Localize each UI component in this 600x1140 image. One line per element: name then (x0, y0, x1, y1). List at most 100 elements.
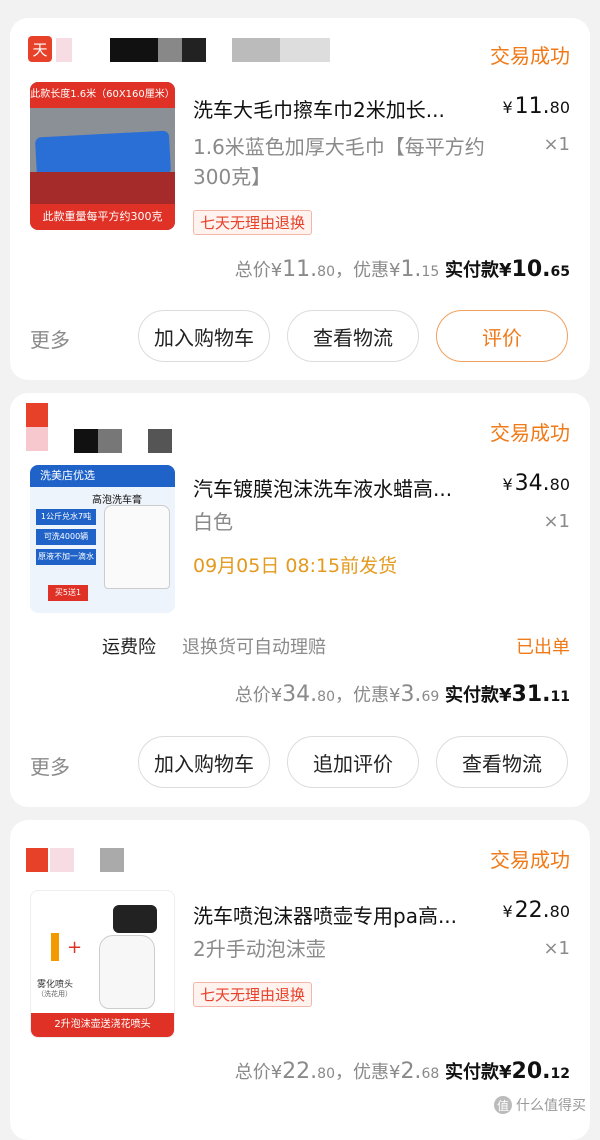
more-link[interactable]: 更多 (30, 324, 70, 353)
product-price: ¥22.80 (502, 898, 570, 923)
total-decimal: 80 (317, 689, 335, 705)
order-card[interactable]: 天 交易成功 此款长度1.6米（60X160厘米） 此款重量每平方约300克 洗… (10, 18, 590, 380)
thumb-promo: 买5送1 (48, 585, 88, 601)
discount-decimal: 68 (421, 1066, 440, 1082)
product-thumbnail[interactable]: 洗美店优选 高泡洗车膏 1公斤兑水7吨 可洗4000辆 原液不加一滴水 买5送1 (30, 465, 175, 613)
currency-symbol: ¥ (502, 98, 513, 117)
thumb-product-name: 高泡洗车膏 (92, 495, 142, 506)
shop-name-redacted (98, 429, 122, 453)
paid-label: 实付款¥ (445, 685, 512, 706)
paid-decimal: 12 (550, 1066, 570, 1082)
discount-decimal: 69 (421, 689, 440, 705)
product-title[interactable]: 汽车镀膜泡沫洗车液水蜡高... (193, 473, 493, 502)
product-price: ¥34.80 (502, 471, 570, 496)
order-status: 交易成功 (490, 44, 570, 68)
add-to-cart-button[interactable]: 加入购物车 (138, 736, 270, 788)
order-status: 交易成功 (490, 848, 570, 872)
paid-decimal: 11 (550, 689, 570, 705)
sprayer-head-image (113, 905, 157, 933)
paid-amount: 实付款¥31.11 (445, 682, 570, 707)
shipping-deadline: 09月05日 08:15前发货 (193, 555, 398, 577)
product-title[interactable]: 洗车大毛巾擦车巾2米加长... (193, 94, 493, 123)
price-integer: 34. (514, 471, 550, 496)
product-price: ¥11.80 (502, 94, 570, 119)
sprayer-bottle-image (99, 935, 155, 1009)
more-link[interactable]: 更多 (30, 751, 70, 780)
product-title[interactable]: 洗车喷泡沫器喷壶专用pa高... (193, 900, 493, 929)
shop-name-redacted (50, 848, 74, 872)
shop-logo-redacted (26, 403, 48, 427)
discount-label: ，优惠¥ (334, 685, 401, 706)
discount-integer: 1. (400, 257, 422, 282)
currency-symbol: ¥ (502, 902, 513, 921)
total-integer: 34. (282, 682, 318, 707)
view-logistics-button[interactable]: 查看物流 (287, 310, 419, 362)
view-logistics-button[interactable]: 查看物流 (436, 736, 568, 788)
paid-amount: 实付款¥10.65 (445, 257, 570, 282)
price-integer: 11. (514, 94, 550, 119)
thumb-caption-top: 此款长度1.6米（60X160厘米） (30, 82, 175, 108)
shop-name-redacted (158, 38, 182, 62)
order-card[interactable]: 交易成功 + 雾化喷头 （洗花用） 2升泡沫壶送浇花喷头 洗车喷泡沫器喷壶专用p… (10, 820, 590, 1140)
site-watermark: 值 什么值得买 (494, 1095, 586, 1115)
plus-icon: + (67, 937, 83, 958)
paid-integer: 20. (511, 1059, 551, 1084)
discount-decimal: 15 (421, 264, 440, 280)
thumb-feature-3: 原液不加一滴水 (36, 549, 96, 565)
thumb-banner: 洗美店优选 (30, 465, 175, 487)
add-to-cart-button[interactable]: 加入购物车 (138, 310, 270, 362)
total-decimal: 80 (317, 264, 335, 280)
review-button[interactable]: 评价 (436, 310, 568, 362)
discount-label: ，优惠¥ (334, 260, 401, 281)
shop-logo-redacted (26, 427, 48, 451)
thumb-label-left-sub: （洗花用） (37, 990, 72, 998)
shop-header[interactable] (26, 848, 146, 874)
total-label: 总价¥ (234, 685, 283, 706)
total-label: 总价¥ (234, 1062, 283, 1083)
price-decimal: 80 (549, 902, 570, 921)
thumb-feature-2: 可洗4000辆 (36, 529, 96, 545)
car-image (30, 172, 175, 204)
total-integer: 22. (282, 1059, 318, 1084)
shop-logo-redacted (26, 848, 48, 872)
total-integer: 11. (282, 257, 318, 282)
add-review-button[interactable]: 追加评价 (287, 736, 419, 788)
product-quantity: ×1 (543, 134, 570, 155)
shipping-insurance-label: 运费险 (102, 637, 156, 658)
paid-label: 实付款¥ (445, 260, 512, 281)
discount-integer: 3. (400, 682, 422, 707)
shop-name-redacted (74, 429, 98, 453)
nozzle-image (51, 933, 59, 961)
watermark-logo-icon: 值 (494, 1096, 512, 1114)
thumb-bottom-banner: 2升泡沫壶送浇花喷头 (31, 1013, 174, 1037)
product-variant: 2升手动泡沫壶 (193, 937, 326, 961)
discount-integer: 2. (400, 1059, 422, 1084)
order-totals: 总价¥22.80，优惠¥2.68 实付款¥20.12 (235, 1058, 570, 1084)
watermark-text: 什么值得买 (516, 1098, 586, 1114)
return-policy-tag: 七天无理由退换 (193, 982, 313, 1007)
shop-name-redacted (182, 38, 206, 62)
product-thumbnail[interactable]: 此款长度1.6米（60X160厘米） 此款重量每平方约300克 (30, 82, 175, 230)
currency-symbol: ¥ (502, 475, 513, 494)
order-totals: 总价¥34.80，优惠¥3.69 实付款¥31.11 (235, 681, 570, 707)
shipping-insurance-status: 已出单 (516, 637, 570, 658)
product-thumbnail[interactable]: + 雾化喷头 （洗花用） 2升泡沫壶送浇花喷头 (30, 890, 175, 1038)
shop-name-redacted (110, 38, 158, 62)
return-policy-tag: 七天无理由退换 (193, 210, 313, 235)
paid-integer: 10. (511, 257, 551, 282)
shop-name-redacted (100, 848, 124, 872)
paid-decimal: 65 (550, 264, 570, 280)
order-card[interactable]: 交易成功 洗美店优选 高泡洗车膏 1公斤兑水7吨 可洗4000辆 原液不加一滴水… (10, 393, 590, 807)
product-jar-image (104, 505, 170, 589)
shop-header[interactable]: 天 (26, 34, 346, 64)
paid-label: 实付款¥ (445, 1062, 512, 1083)
shop-header[interactable] (26, 403, 206, 453)
discount-label: ，优惠¥ (334, 1062, 401, 1083)
tmall-badge: 天 (28, 36, 52, 62)
price-integer: 22. (514, 898, 550, 923)
order-status: 交易成功 (490, 421, 570, 445)
price-decimal: 80 (549, 98, 570, 117)
shop-name-redacted (232, 38, 280, 62)
order-totals: 总价¥11.80，优惠¥1.15 实付款¥10.65 (235, 256, 570, 282)
thumb-caption-bottom: 此款重量每平方约300克 (30, 204, 175, 230)
